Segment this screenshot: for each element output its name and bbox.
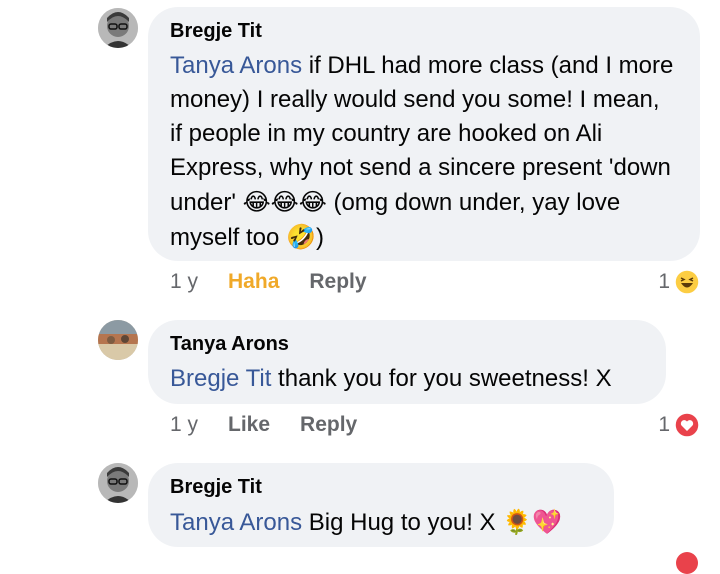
partial-reaction-icon bbox=[676, 552, 698, 574]
love-icon bbox=[674, 412, 700, 438]
mention-link[interactable]: Tanya Arons bbox=[170, 52, 302, 79]
comment-author[interactable]: Bregje Tit bbox=[170, 19, 678, 43]
sunflower-heart-emoji: 🌻💖 bbox=[502, 508, 562, 536]
avatar[interactable] bbox=[98, 8, 138, 48]
reaction-count: 1 bbox=[658, 270, 670, 293]
comment-bubble: Tanya Arons Bregje Tit thank you for you… bbox=[148, 320, 666, 404]
comment-text: Tanya Arons Big Hug to you! X 🌻💖 bbox=[170, 508, 562, 536]
avatar[interactable] bbox=[98, 320, 138, 360]
comment-actions: 1 y Haha Reply bbox=[170, 268, 397, 296]
like-button[interactable]: Like bbox=[228, 413, 270, 437]
reply-button[interactable]: Reply bbox=[300, 413, 357, 437]
comment-time[interactable]: 1 y bbox=[170, 413, 198, 437]
rofl-emoji: 🤣 bbox=[286, 223, 316, 251]
laughing-emoji: 😂😂😂 bbox=[242, 188, 327, 216]
mention-link[interactable]: Tanya Arons bbox=[170, 509, 302, 536]
reaction-summary[interactable]: 1 bbox=[658, 411, 700, 439]
comment-bubble: Bregje Tit Tanya Arons if DHL had more c… bbox=[148, 7, 700, 261]
comment-text: Bregje Tit thank you for you sweetness! … bbox=[170, 365, 612, 392]
haha-icon bbox=[674, 269, 700, 295]
haha-reaction-button[interactable]: Haha bbox=[228, 270, 279, 294]
mention-link[interactable]: Bregje Tit bbox=[170, 365, 271, 392]
comment-actions: 1 y Like Reply bbox=[170, 411, 387, 439]
comment-author[interactable]: Bregje Tit bbox=[170, 475, 592, 499]
reaction-summary[interactable]: 1 bbox=[658, 268, 700, 296]
reply-button[interactable]: Reply bbox=[309, 270, 366, 294]
avatar[interactable] bbox=[98, 463, 138, 503]
comment-bubble: Bregje Tit Tanya Arons Big Hug to you! X… bbox=[148, 463, 614, 547]
comment-text: Tanya Arons if DHL had more class (and I… bbox=[170, 52, 674, 251]
reaction-count: 1 bbox=[658, 413, 670, 436]
comment-time[interactable]: 1 y bbox=[170, 270, 198, 294]
comment-author[interactable]: Tanya Arons bbox=[170, 332, 644, 356]
